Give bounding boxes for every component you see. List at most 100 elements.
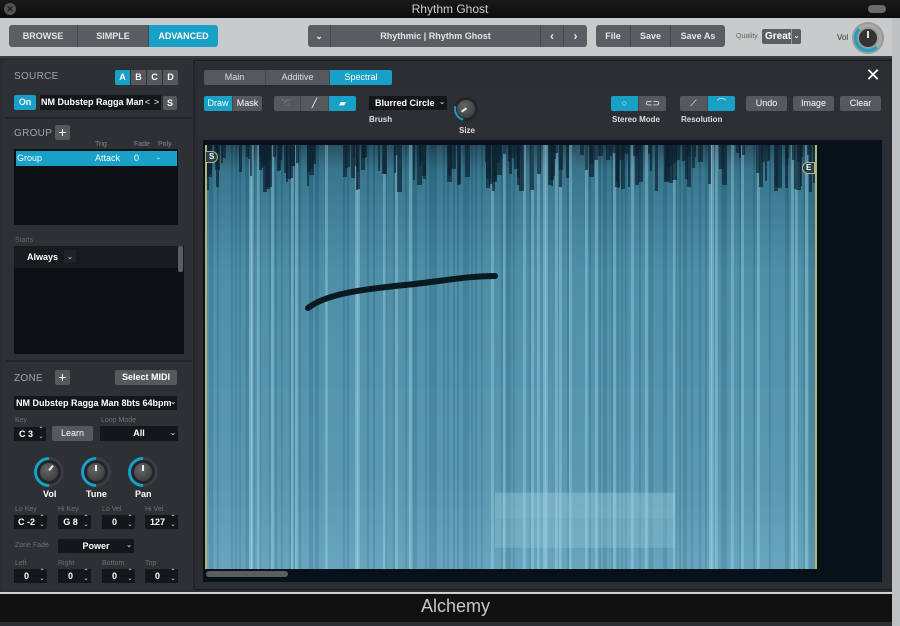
preset-name[interactable]: Rhythmic | Rhythm Ghost [331, 25, 541, 47]
fade-header: Fade [134, 141, 150, 148]
eraser-tool-button[interactable]: ▰ [329, 96, 356, 111]
zone-sample-select[interactable]: NM Dubstep Ragga Man 8bts 64bpm ⌄ [14, 396, 177, 410]
source-slot-b[interactable]: B [131, 70, 146, 85]
simple-button[interactable]: SIMPLE [78, 25, 149, 47]
spectrogram-column [363, 145, 365, 569]
lo-key-stepper[interactable]: C -2 ⌃ ⌄ [14, 515, 47, 529]
source-slot-a[interactable]: A [115, 70, 130, 85]
advanced-button[interactable]: ADVANCED [149, 25, 218, 47]
source-name[interactable]: NM Dubstep Ragga Man [40, 95, 145, 110]
spectrogram-column [283, 145, 285, 569]
select-midi-button[interactable]: Select MIDI [115, 370, 177, 385]
resolution-log-button[interactable]: ⌒ [708, 96, 735, 111]
add-zone-button[interactable]: + [55, 370, 70, 385]
starts-scrollbar[interactable] [178, 246, 183, 272]
draw-button[interactable]: Draw [204, 96, 233, 111]
spectrogram-column [689, 145, 691, 569]
spectrogram-column [385, 145, 387, 569]
source-on-toggle[interactable]: On [14, 95, 36, 110]
spectrogram-column [259, 145, 261, 569]
close-editor-icon[interactable]: ✕ [864, 66, 882, 84]
group-row[interactable]: Group Attack 0 - [16, 151, 177, 166]
zone-label: ZONE [14, 373, 43, 384]
pan-knob[interactable] [121, 450, 165, 494]
mask-button[interactable]: Mask [233, 96, 262, 111]
spectrogram-column [369, 145, 371, 569]
browse-button[interactable]: BROWSE [9, 25, 78, 47]
spectrogram-column [279, 145, 281, 569]
next-preset-button[interactable]: › [564, 25, 587, 47]
tab-spectral[interactable]: Spectral [330, 70, 392, 85]
spectrogram-canvas[interactable] [205, 145, 817, 569]
tab-additive[interactable]: Additive [266, 70, 330, 85]
end-line[interactable] [815, 145, 817, 569]
starts-value[interactable]: Always [27, 252, 58, 262]
spectrogram-column [371, 145, 373, 569]
loop-mode-select[interactable]: All ⌄ [100, 426, 178, 441]
chevron-down-icon[interactable]: ⌄ [64, 250, 76, 263]
source-next-button[interactable]: > [152, 95, 161, 110]
save-button[interactable]: Save [631, 25, 671, 47]
spectrogram-column [309, 145, 311, 569]
save-as-button[interactable]: Save As [671, 25, 725, 47]
key-stepper[interactable]: C 3 ⌃ ⌄ [14, 427, 46, 441]
zone-fade-value: Power [82, 541, 110, 551]
image-button[interactable]: Image [793, 96, 834, 111]
tab-main[interactable]: Main [204, 70, 266, 85]
pencil-tool-button[interactable]: ╱ [301, 96, 329, 111]
stereo-mono-button[interactable]: ○ [611, 96, 639, 111]
spectrogram-column [487, 145, 489, 569]
preset-menu-button[interactable]: ⌄ [308, 25, 331, 47]
end-marker[interactable]: E [802, 162, 816, 174]
spectrogram-column [359, 145, 361, 569]
clear-button[interactable]: Clear [840, 96, 881, 111]
add-group-button[interactable]: + [55, 125, 70, 140]
spectrogram-noise [273, 145, 276, 157]
file-button[interactable]: File [596, 25, 631, 47]
lasso-tool-button[interactable]: ➰ [274, 96, 301, 111]
learn-button[interactable]: Learn [52, 426, 93, 441]
spectrogram-noise [307, 145, 310, 172]
left-fade-stepper[interactable]: 0 ⌃ ⌄ [14, 569, 47, 583]
spectrogram-column [223, 145, 225, 569]
spectrogram-image [205, 145, 817, 569]
spectrogram-column [425, 145, 427, 569]
source-slot-c[interactable]: C [147, 70, 162, 85]
spectrogram-noise [222, 145, 226, 158]
spectrogram-column [211, 145, 213, 569]
source-s-button[interactable]: S [163, 96, 177, 110]
undo-button[interactable]: Undo [746, 96, 787, 111]
tune-knob[interactable] [74, 450, 118, 494]
hi-key-stepper[interactable]: G 8 ⌃ ⌄ [58, 515, 91, 529]
spectrogram-column [303, 145, 305, 569]
prev-preset-button[interactable]: ‹ [541, 25, 564, 47]
size-knob[interactable] [449, 92, 483, 126]
window-close-icon[interactable]: ✕ [4, 3, 16, 15]
spectrogram-column [685, 145, 687, 569]
top-fade-stepper[interactable]: 0 ⌃ ⌄ [145, 569, 178, 583]
spectrogram-column [789, 145, 791, 569]
source-slot-d[interactable]: D [163, 70, 178, 85]
window-toolbar-toggle[interactable] [868, 5, 886, 13]
spectrogram-noise [598, 145, 603, 156]
spectrogram-column [793, 145, 795, 569]
spectrogram-column [745, 145, 747, 569]
bottom-fade-stepper[interactable]: 0 ⌃ ⌄ [102, 569, 135, 583]
quality-select[interactable]: Great ⌄ [762, 29, 801, 44]
brush-select[interactable]: Blurred Circle ⌄ [369, 96, 447, 110]
start-line[interactable] [205, 145, 207, 569]
vol-knob[interactable] [27, 450, 71, 494]
resolution-linear-button[interactable]: ⟋ [680, 96, 708, 111]
spectrogram-noise [685, 145, 688, 179]
right-fade-stepper[interactable]: 0 ⌃ ⌄ [58, 569, 91, 583]
hi-vel-stepper[interactable]: 127 ⌃ ⌄ [145, 515, 178, 529]
spectrogram-noise [353, 145, 355, 158]
zone-fade-select[interactable]: Power ⌄ [58, 539, 134, 553]
source-prev-button[interactable]: < [143, 95, 152, 110]
horizontal-scrollbar[interactable] [206, 571, 288, 577]
stereo-split-button[interactable]: ⊂⊃ [639, 96, 666, 111]
master-volume-knob[interactable] [852, 22, 884, 54]
pencil-icon: ╱ [311, 98, 318, 108]
lo-vel-stepper[interactable]: 0 ⌃ ⌄ [102, 515, 135, 529]
spectrogram-column [675, 145, 677, 569]
